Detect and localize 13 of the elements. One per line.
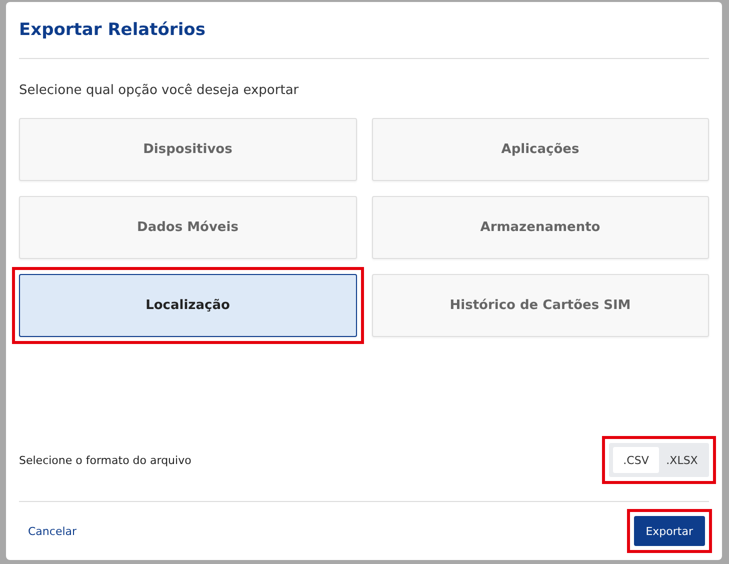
report-option[interactable]: Dados Móveis <box>19 196 356 259</box>
report-option[interactable]: Armazenamento <box>372 196 709 259</box>
export-button[interactable]: Exportar <box>634 516 705 546</box>
format-option[interactable]: .CSV <box>613 447 659 473</box>
report-option[interactable]: Localização <box>19 274 356 337</box>
report-option[interactable]: Histórico de Cartões SIM <box>372 274 709 337</box>
dialog-title: Exportar Relatórios <box>19 19 206 40</box>
prompt-text: Selecione qual opção você deseja exportar <box>19 83 300 100</box>
format-label: Selecione o formato do arquivo <box>19 454 192 466</box>
cancel-link[interactable]: Cancelar <box>28 524 77 538</box>
format-option[interactable]: .XLSX <box>659 447 705 473</box>
report-option[interactable]: Dispositivos <box>19 118 356 181</box>
report-option[interactable]: Aplicações <box>372 118 709 181</box>
